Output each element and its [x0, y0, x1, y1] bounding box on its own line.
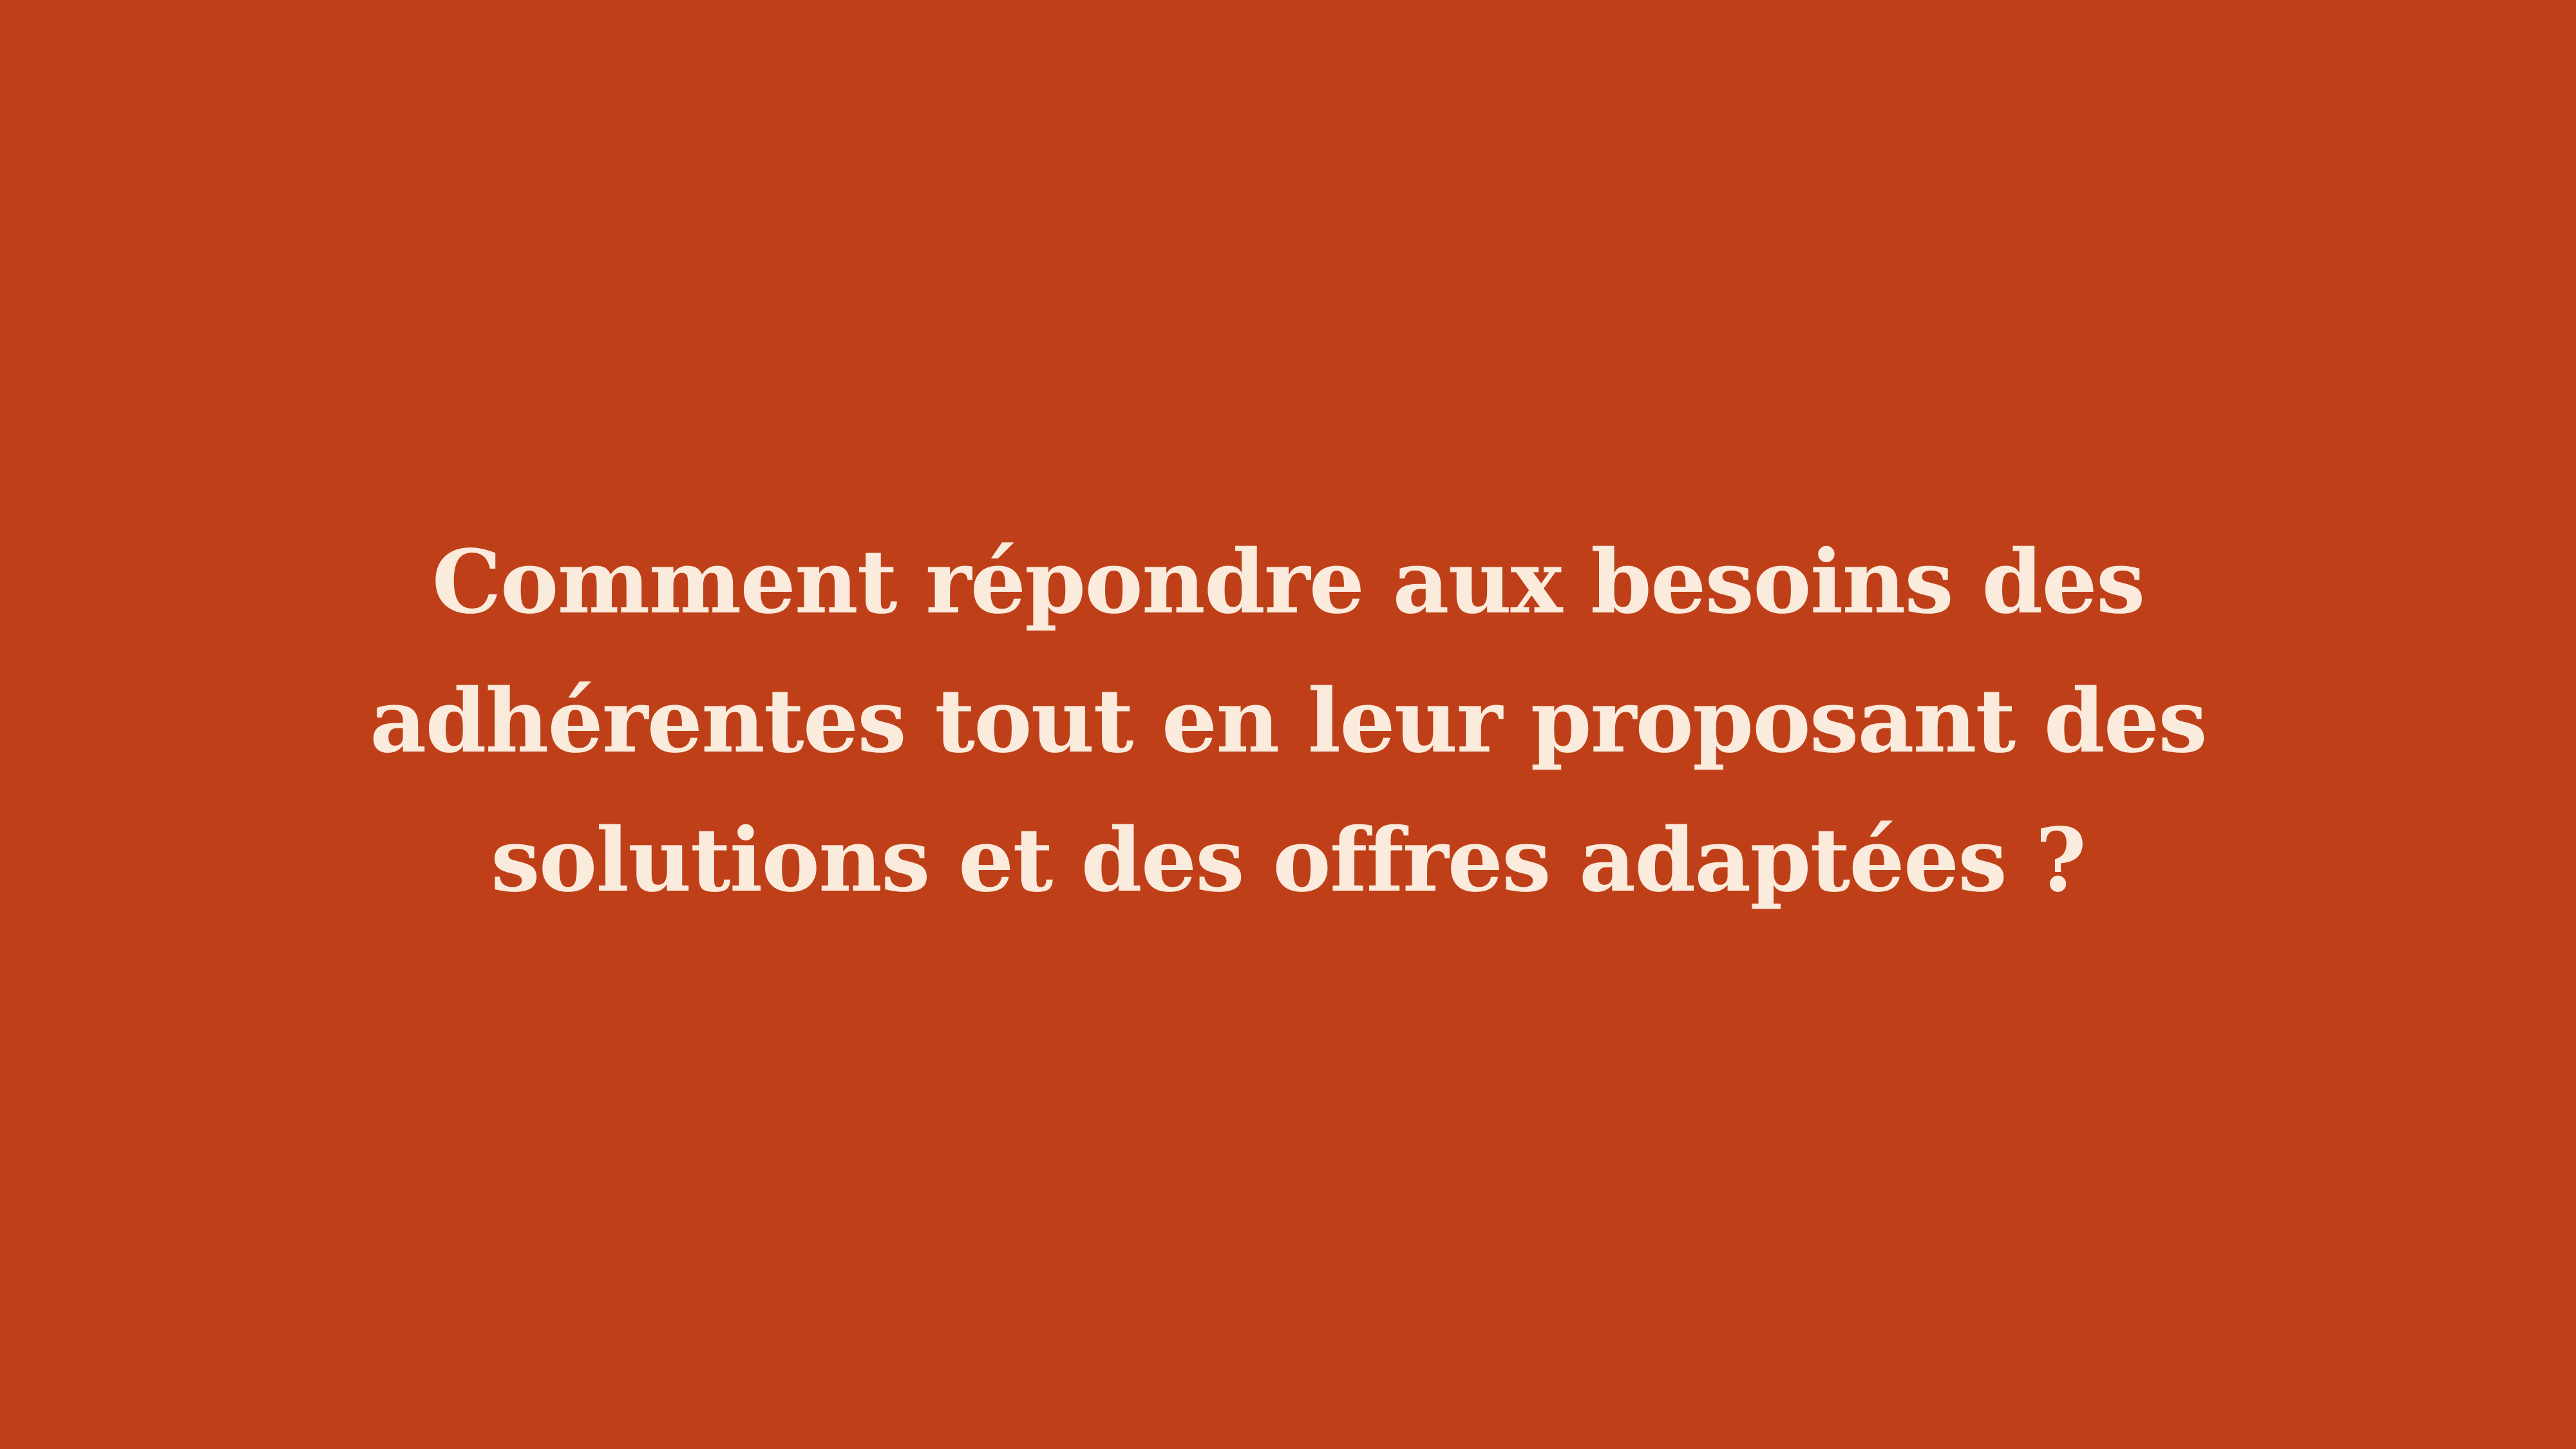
slide: Comment répondre aux besoins des adhéren… — [0, 0, 2576, 1449]
question-heading: Comment répondre aux besoins des adhéren… — [193, 513, 2383, 930]
question-line-2: adhérentes tout en leur proposant des — [370, 670, 2208, 773]
question-line-3: solutions et des offres adaptées ? — [491, 809, 2087, 912]
question-line-1: Comment répondre aux besoins des — [431, 531, 2146, 634]
